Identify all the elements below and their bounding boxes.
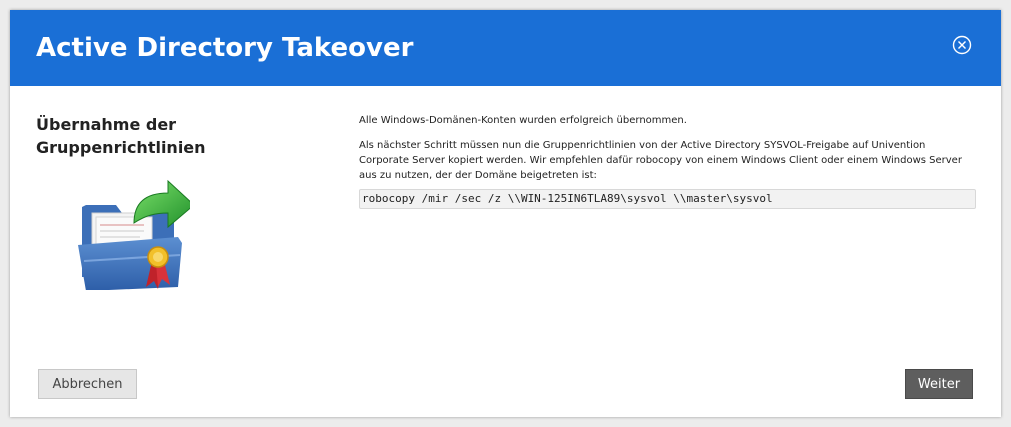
takeover-dialog: Active Directory Takeover Übernahme der …: [10, 10, 1001, 417]
dialog-header: Active Directory Takeover: [10, 10, 1001, 86]
success-message: Alle Windows-Domänen-Konten wurden erfol…: [359, 115, 687, 126]
robocopy-command[interactable]: robocopy /mir /sec /z \\WIN-125IN6TLA89\…: [359, 189, 976, 209]
content-area: Alle Windows-Domänen-Konten wurden erfol…: [359, 113, 976, 209]
next-step-message: Als nächster Schritt müssen nun die Grup…: [359, 140, 962, 181]
close-icon[interactable]: [952, 35, 972, 55]
next-button[interactable]: Weiter: [905, 369, 973, 399]
cancel-button[interactable]: Abbrechen: [38, 369, 137, 399]
folder-with-arrow-and-certificate-icon: [70, 165, 195, 291]
section-heading: Übernahme der Gruppenrichtlinien: [36, 115, 206, 157]
dialog-title: Active Directory Takeover: [36, 33, 414, 63]
